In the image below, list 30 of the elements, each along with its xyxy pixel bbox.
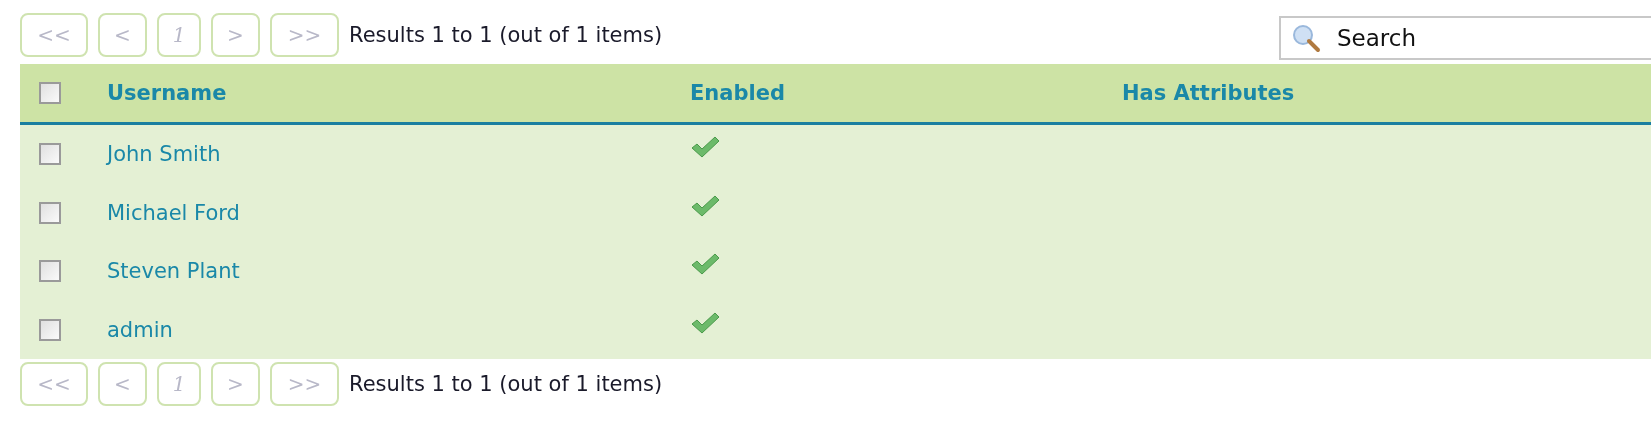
pager-button[interactable]: 1	[157, 362, 201, 406]
results-summary: Results 1 to 1 (out of 1 items)	[349, 372, 663, 396]
checkbox[interactable]	[39, 260, 61, 283]
search-field[interactable]: Search	[1279, 16, 1651, 60]
checkbox[interactable]	[39, 143, 61, 166]
username-link[interactable]: admin	[107, 317, 173, 342]
pager-button[interactable]: >>	[270, 362, 339, 406]
username-link[interactable]: John Smith	[107, 142, 221, 167]
username-link[interactable]: Michael Ford	[107, 200, 240, 225]
checkbox[interactable]	[39, 318, 61, 341]
pager-button[interactable]: <<	[20, 13, 88, 57]
checkmark-icon	[690, 311, 720, 334]
checkmark-icon	[690, 253, 720, 276]
pager-button[interactable]: <	[98, 362, 147, 406]
column-header[interactable]: Has Attributes	[1122, 81, 1651, 105]
column-header[interactable]: Username	[107, 81, 690, 105]
checkbox[interactable]	[39, 82, 61, 104]
pager-button[interactable]: >	[211, 13, 260, 57]
search-icon	[1291, 23, 1321, 53]
pager-button[interactable]: <<	[20, 362, 88, 406]
username-link[interactable]: Steven Plant	[107, 259, 240, 284]
checkmark-icon	[690, 136, 720, 159]
pager-button[interactable]: >>	[270, 13, 339, 57]
column-header[interactable]: Enabled	[690, 81, 1122, 105]
pager-button[interactable]: 1	[157, 13, 201, 57]
checkbox[interactable]	[39, 201, 61, 224]
checkmark-icon	[690, 194, 720, 217]
results-summary: Results 1 to 1 (out of 1 items)	[349, 23, 663, 47]
pager-button[interactable]: <	[98, 13, 147, 57]
pager-button[interactable]: >	[211, 362, 260, 406]
